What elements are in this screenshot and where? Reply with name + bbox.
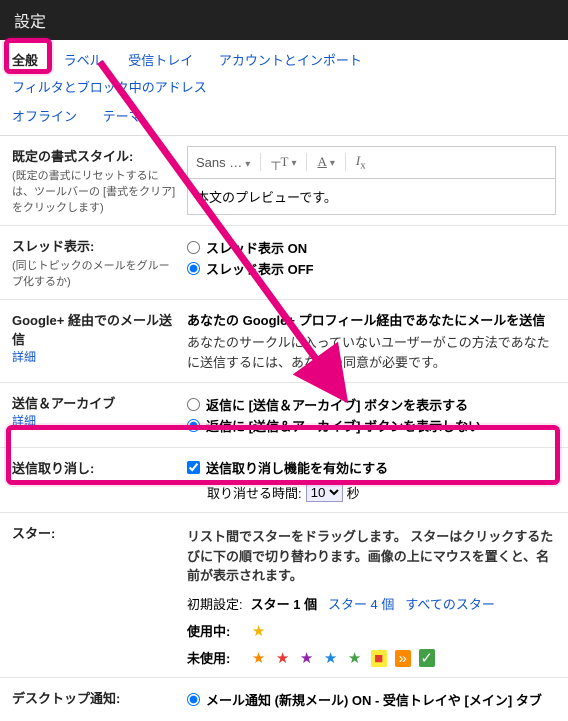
star-icon[interactable]: ★ [323,649,339,667]
undo-title: 送信取り消し: [12,458,177,477]
stars-preset-1: スター 1 個 [251,597,317,612]
format-toolbar: Sans … ┬T A Ix [187,146,556,178]
gplus-line2: あなたのサークルに入っていないユーザーがこの方法であなたに送信するには、あなたの… [187,333,556,372]
textcolor-dropdown[interactable]: A [317,154,334,170]
star-icon[interactable]: ✓ [419,649,435,667]
undo-time-select[interactable]: 10 [306,483,343,502]
row-stars: スター: リスト間でスターをドラッグします。 スターはクリックするたびに下の順で… [0,513,568,678]
clear-format-button[interactable]: Ix [356,153,366,172]
format-preview: 本文のプレビューです。 [187,178,556,215]
archive-show-option[interactable]: 返信に [送信＆アーカイブ] ボタンを表示する [187,395,556,414]
thread-off-radio[interactable] [187,262,200,275]
settings-tabs: 全般 ラベル 受信トレイ アカウントとインポート フィルタとブロック中のアドレス… [0,40,568,136]
gplus-line1: あなたの Google+ プロフィール経由であなたにメールを送信 [187,310,556,329]
star-icon[interactable]: » [395,650,411,667]
thread-on-option[interactable]: スレッド表示 ON [187,238,556,257]
archive-hide-radio[interactable] [187,419,200,432]
archive-detail-link[interactable]: 詳細 [12,414,36,428]
separator [345,153,346,171]
row-gplus: Google+ 経由でのメール送信 詳細 あなたの Google+ プロフィール… [0,300,568,383]
archive-title: 送信＆アーカイブ [12,393,177,412]
desktop-opt[interactable]: メール通知 (新規メール) ON - 受信トレイや [メイン] タブ [187,690,556,709]
stars-preset-all-link[interactable]: すべてのスター [405,597,495,612]
tab-inbox[interactable]: 受信トレイ [126,46,195,73]
row-desktop-notify: デスクトップ通知: メール通知 (新規メール) ON - 受信トレイや [メイン… [0,678,568,721]
tab-themes[interactable]: テーマ [101,102,144,129]
row-undo-send: 送信取り消し: 送信取り消し機能を有効にする 取り消せる時間: 10 秒 [0,448,568,513]
archive-show-radio[interactable] [187,398,200,411]
star-icon[interactable]: ★ [275,649,291,667]
settings-content: 既定の書式スタイル: (既定の書式にリセットするには、ツールバーの [書式をクリ… [0,136,568,721]
thread-sub: (同じトピックのメールをグループ化するか) [12,257,177,289]
tab-general[interactable]: 全般 [10,46,40,73]
chevron-down-icon [288,154,296,169]
stars-desc: リスト間でスターをドラッグします。 スターはクリックするたびに下の順で切り替わり… [187,529,553,583]
star-icon[interactable]: ★ [251,622,267,640]
undo-enable-label: 送信取り消し機能を有効にする [206,458,388,477]
stars-unused-label: 未使用: [187,648,247,667]
undo-enable-checkbox[interactable] [187,461,200,474]
chevron-down-icon [242,155,250,170]
fontsize-dropdown[interactable]: ┬T [271,154,296,170]
chevron-down-icon [327,154,335,169]
tab-offline[interactable]: オフライン [10,102,79,129]
undo-time-unit: 秒 [347,483,360,502]
stars-preset-4-link[interactable]: スター 4 個 [328,597,394,612]
star-icon[interactable]: ■ [371,650,387,667]
stars-preset-label: 初期設定: [187,594,247,613]
separator [260,153,261,171]
gplus-title: Google+ 経由でのメール送信 [12,310,177,348]
desktop-radio[interactable] [187,693,200,706]
stars-inuse-list[interactable]: ★ [251,624,275,639]
archive-hide-option[interactable]: 返信に [送信＆アーカイブ] ボタンを表示しない [187,416,556,435]
stars-unused-list[interactable]: ★ ★ ★ ★ ★ ■ » ✓ [251,651,443,666]
thread-title: スレッド表示: [12,236,177,255]
row-archive: 送信＆アーカイブ 詳細 返信に [送信＆アーカイブ] ボタンを表示する 返信に … [0,383,568,448]
thread-on-radio[interactable] [187,241,200,254]
gplus-detail-link[interactable]: 詳細 [12,350,36,364]
format-title: 既定の書式スタイル: [12,146,177,165]
star-icon[interactable]: ★ [299,649,315,667]
page-title: 設定 [14,14,46,31]
separator [306,153,307,171]
star-icon[interactable]: ★ [251,649,267,667]
settings-header: 設定 [0,0,568,40]
font-dropdown[interactable]: Sans … [196,155,250,170]
thread-off-option[interactable]: スレッド表示 OFF [187,259,556,278]
format-sub: (既定の書式にリセットするには、ツールバーの [書式をクリア] をクリックします… [12,167,177,215]
row-format: 既定の書式スタイル: (既定の書式にリセットするには、ツールバーの [書式をクリ… [0,136,568,226]
tab-labels[interactable]: ラベル [62,46,105,73]
desktop-title: デスクトップ通知: [12,688,177,707]
tab-accounts[interactable]: アカウントとインポート [217,46,364,73]
stars-inuse-label: 使用中: [187,621,247,640]
stars-title: スター: [12,523,177,542]
row-thread: スレッド表示: (同じトピックのメールをグループ化するか) スレッド表示 ON … [0,226,568,300]
undo-time-label: 取り消せる時間: [207,483,302,502]
tab-filters[interactable]: フィルタとブロック中のアドレス [10,73,209,100]
star-icon[interactable]: ★ [347,649,363,667]
